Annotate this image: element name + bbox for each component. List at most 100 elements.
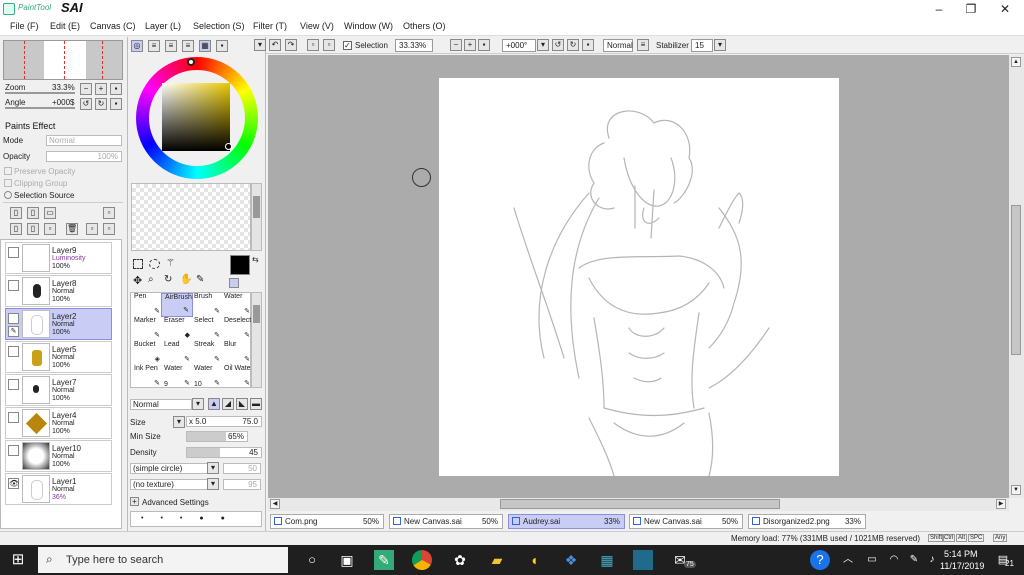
tool-brush[interactable]: Brush ✎: [191, 293, 223, 317]
transparent-color-icon[interactable]: [229, 278, 239, 288]
new-linework-layer-button[interactable]: ▯: [27, 207, 39, 219]
vertical-scroll-thumb[interactable]: [1011, 205, 1021, 355]
scroll-down-button[interactable]: ▼: [1011, 485, 1021, 495]
scroll-right-button[interactable]: ▶: [996, 499, 1006, 509]
menu-canvas[interactable]: Canvas (C): [90, 21, 136, 31]
battery-icon[interactable]: ▭: [862, 550, 882, 570]
minimize-button[interactable]: –: [924, 0, 954, 18]
layer-option-button[interactable]: ▫: [103, 207, 115, 219]
mode-select[interactable]: Normal: [46, 135, 122, 146]
clock-date[interactable]: 11/17/2019: [940, 561, 984, 571]
swap-colors-icon[interactable]: ⇆: [252, 255, 259, 264]
clipping-group-checkbox[interactable]: [4, 179, 12, 187]
angle-field[interactable]: +000°: [502, 39, 536, 52]
tool-ink-pen[interactable]: Ink Pen ✎: [131, 365, 163, 389]
toolbar-zoom-out-button[interactable]: −: [450, 39, 462, 51]
rgb-slider-mode-button[interactable]: ≡: [148, 40, 160, 52]
navigator-preview[interactable]: [3, 40, 123, 80]
view-mode-field[interactable]: Normal: [603, 39, 633, 52]
tab-document-active[interactable]: Audrey.sai 33%: [508, 514, 625, 529]
preserve-opacity-checkbox[interactable]: [4, 167, 12, 175]
app-icon[interactable]: [633, 550, 653, 570]
zoom-out-button[interactable]: −: [80, 83, 92, 95]
merge-down-button[interactable]: ▯: [27, 223, 39, 235]
tool-bucket[interactable]: Bucket ◈: [131, 341, 163, 365]
hand-icon[interactable]: ✋: [180, 274, 192, 285]
wifi-icon[interactable]: ◠: [884, 550, 904, 570]
tool-deselect[interactable]: Deselect ✎: [221, 317, 253, 341]
toolbar-rotate-reset-button[interactable]: ▪: [582, 39, 594, 51]
visibility-checkbox[interactable]: [8, 346, 19, 357]
zoom-in-button[interactable]: +: [95, 83, 107, 95]
file-explorer-icon[interactable]: ▰: [487, 550, 507, 570]
menu-view[interactable]: View (V): [300, 21, 334, 31]
rotate-icon[interactable]: ↻: [164, 274, 172, 285]
rect-select-icon[interactable]: [133, 259, 143, 269]
brush-size-presets[interactable]: •••●●: [130, 511, 262, 527]
menu-window[interactable]: Window (W): [344, 21, 393, 31]
tool-airbrush[interactable]: AirBrush ✎: [161, 293, 193, 317]
stabilizer-dropdown-icon[interactable]: ▾: [714, 39, 726, 51]
swatch-scrollbar[interactable]: [251, 183, 262, 251]
layer-row[interactable]: 👁 Layer1 Normal 36%: [5, 473, 112, 505]
taskbar-search-box[interactable]: ⌕ Type here to search: [38, 547, 288, 573]
tool-scrollbar[interactable]: [251, 292, 262, 388]
brush-texture-select[interactable]: (no texture): [130, 479, 210, 490]
app-icon[interactable]: ✿: [450, 550, 470, 570]
close-button[interactable]: ✕: [990, 0, 1020, 18]
swatch-grid[interactable]: [131, 183, 251, 251]
selection-checkbox[interactable]: ✓: [343, 41, 352, 50]
clock-time[interactable]: 5:14 PM: [944, 549, 978, 559]
pen-workspace-icon[interactable]: ✎: [904, 550, 924, 570]
rotate-left-button[interactable]: ↺: [80, 98, 92, 110]
redo-button[interactable]: ↷: [285, 39, 297, 51]
deselect-button[interactable]: ▫: [307, 39, 319, 51]
stabilizer-field[interactable]: 15: [691, 39, 713, 52]
scroll-left-button[interactable]: ◀: [270, 499, 280, 509]
menu-filter[interactable]: Filter (T): [253, 21, 287, 31]
tool-blur[interactable]: Blur ✎: [221, 341, 253, 365]
tool-water-9[interactable]: Water 9 ✎: [161, 365, 193, 389]
magic-wand-icon[interactable]: ⚚: [166, 258, 175, 269]
visibility-checkbox[interactable]: [8, 412, 19, 423]
layer-mask-button[interactable]: ▫: [86, 223, 98, 235]
toolbar-zoom-in-button[interactable]: +: [464, 39, 476, 51]
angle-dropdown-icon[interactable]: ▾: [537, 39, 549, 51]
help-icon[interactable]: ?: [810, 550, 830, 570]
size-slider[interactable]: x 5.0 75.0: [186, 416, 262, 427]
rotate-reset-button[interactable]: ▪: [110, 98, 122, 110]
menu-edit[interactable]: Edit (E): [50, 21, 80, 31]
shape-dropdown-icon[interactable]: ▾: [207, 462, 219, 474]
brush-texture-strength[interactable]: 95: [223, 479, 261, 490]
zoom-slider[interactable]: [5, 92, 75, 94]
angle-slider[interactable]: [5, 107, 75, 109]
flip-view-button[interactable]: ≡: [637, 39, 649, 51]
store-icon[interactable]: ▦: [597, 550, 617, 570]
brush-edge-soft[interactable]: ◣: [236, 398, 248, 410]
layer-row[interactable]: Layer5 Normal 100%: [5, 341, 112, 373]
saturation-value-square[interactable]: [162, 83, 230, 151]
menu-others[interactable]: Others (O): [403, 21, 446, 31]
canvas-paper[interactable]: [439, 78, 839, 476]
scratchpad-mode-button[interactable]: ▪: [216, 40, 228, 52]
apply-mask-button[interactable]: ▫: [103, 223, 115, 235]
brush-shape-strength[interactable]: 50: [223, 463, 261, 474]
blend-dropdown-icon[interactable]: ▾: [192, 398, 204, 410]
selection-source-checkbox[interactable]: [4, 191, 12, 199]
opacity-slider[interactable]: 100%: [46, 151, 122, 162]
tab-document[interactable]: Disorganized2.png 33%: [748, 514, 866, 529]
tab-document[interactable]: Com.png 50%: [270, 514, 384, 529]
volume-icon[interactable]: ♪: [922, 550, 942, 570]
tool-water[interactable]: Water ✎: [221, 293, 253, 317]
toolbar-zoom-fit-button[interactable]: ▪: [478, 39, 490, 51]
painttool-sai-icon[interactable]: ✎: [374, 550, 394, 570]
new-layer-button[interactable]: ▯: [10, 207, 22, 219]
horizontal-scrollbar[interactable]: ◀ ▶: [268, 498, 1009, 511]
tool-eraser[interactable]: Eraser ◆: [161, 317, 193, 341]
zoom-icon[interactable]: ⌕: [148, 274, 154, 285]
windows-start-icon[interactable]: ⊞: [8, 550, 28, 570]
vertical-scrollbar[interactable]: ▲ ▼: [1009, 55, 1024, 498]
toolbar-rotate-left-button[interactable]: ↺: [552, 39, 564, 51]
visibility-checkbox[interactable]: [8, 313, 19, 324]
layer-row[interactable]: Layer4 Normal 100%: [5, 407, 112, 439]
